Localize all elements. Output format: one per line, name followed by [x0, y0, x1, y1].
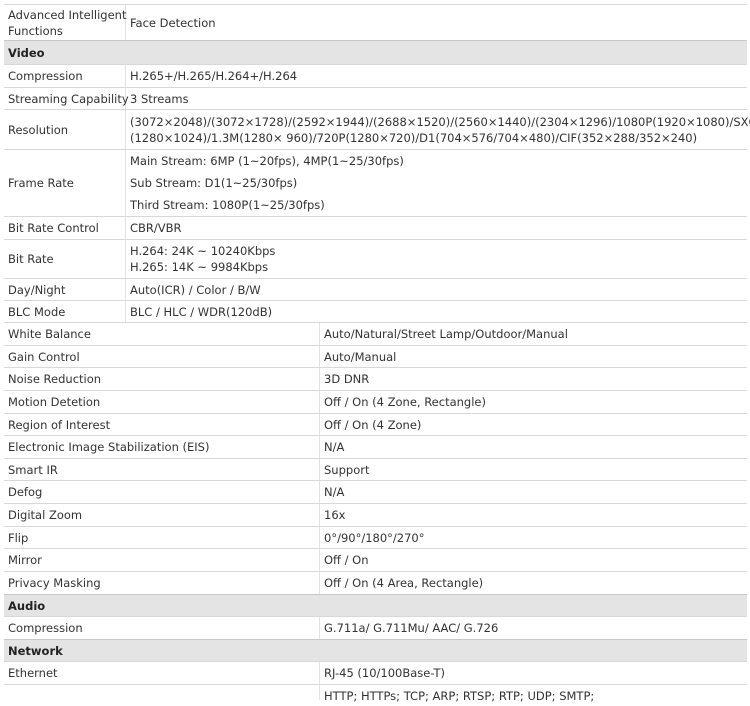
spec-key: Motion Detetion: [8, 395, 101, 409]
spec-row-day-night: Day/Night Auto(ICR) / Color / B/W: [4, 278, 747, 300]
spec-value: RJ-45 (10/100Base-T): [324, 666, 445, 680]
spec-key: Bit Rate: [8, 252, 54, 266]
spec-value: Off / On (4 Zone, Rectangle): [324, 395, 486, 409]
spec-row-eis: Electronic Image Stabilization (EIS) N/A: [4, 435, 747, 458]
spec-value: 3 Streams: [130, 91, 189, 106]
spec-value: Auto/Natural/Street Lamp/Outdoor/Manual: [324, 327, 568, 341]
spec-value: (3072×2048)/(3072×1728)/(2592×1944)/(268…: [130, 114, 750, 145]
spec-value: N/A: [324, 440, 345, 454]
spec-value: Off / On: [324, 553, 369, 567]
spec-value: 0°/90°/180°/270°: [324, 530, 425, 545]
spec-key: Smart IR: [8, 462, 58, 477]
spec-row-digital-zoom: Digital Zoom 16x: [4, 503, 747, 526]
spec-row-ethernet: Ethernet RJ-45 (10/100Base-T): [4, 661, 747, 684]
spec-key: Advanced Intelligent Functions: [8, 7, 127, 38]
spec-row-privacy-masking: Privacy Masking Off / On (4 Area, Rectan…: [4, 571, 747, 594]
spec-key: Resolution: [8, 122, 69, 137]
spec-row-blc-mode: BLC Mode BLC / HLC / WDR(120dB): [4, 300, 747, 322]
spec-row-compression: Compression H.265+/H.265/H.264+/H.264: [4, 64, 747, 87]
spec-row-advanced-intelligent-functions: Advanced Intelligent Functions Face Dete…: [4, 4, 747, 40]
section-header-network: Network: [4, 639, 747, 661]
spec-row-defog: Defog N/A: [4, 480, 747, 503]
section-header-audio: Audio: [4, 594, 747, 616]
spec-row-white-balance: White Balance Auto/Natural/Street Lamp/O…: [4, 322, 747, 345]
spec-row-streaming-capability: Streaming Capability 3 Streams: [4, 87, 747, 109]
spec-key: Defog: [8, 485, 43, 499]
spec-key: White Balance: [8, 327, 91, 341]
spec-key: Noise Reduction: [8, 372, 102, 386]
spec-key: Compression: [8, 621, 83, 635]
spec-row-region-of-interest: Region of Interest Off / On (4 Zone): [4, 413, 747, 435]
spec-key: Frame Rate: [8, 176, 74, 190]
spec-key: Streaming Capability: [8, 91, 129, 106]
spec-row-frame-rate: Frame Rate Main Stream: 6MP (1~20fps), 4…: [4, 149, 747, 216]
spec-key: BLC Mode: [8, 304, 66, 319]
spec-key: Compression: [8, 69, 83, 83]
spec-key: Day/Night: [8, 282, 66, 297]
spec-row-bit-rate-control: Bit Rate Control CBR/VBR: [4, 216, 747, 239]
spec-row-noise-reduction: Noise Reduction 3D DNR: [4, 367, 747, 390]
spec-key: Region of Interest: [8, 417, 111, 432]
spec-key: Privacy Masking: [8, 576, 101, 590]
spec-key: Digital Zoom: [8, 508, 83, 522]
spec-key: Ethernet: [8, 666, 58, 680]
section-title: Audio: [8, 598, 46, 613]
spec-key: Electronic Image Stabilization (EIS): [8, 440, 210, 454]
spec-row-gain-control: Gain Control Auto/Manual: [4, 345, 747, 367]
spec-value: H.264: 24K ~ 10240Kbps H.265: 14K ~ 9984…: [130, 244, 276, 274]
spec-value: G.711a/ G.711Mu/ AAC/ G.726: [324, 621, 499, 635]
spec-value: 16x: [324, 508, 346, 522]
spec-key: Mirror: [8, 553, 42, 567]
spec-key: Flip: [8, 530, 29, 545]
section-title: Network: [8, 643, 63, 658]
spec-row-motion-detection: Motion Detetion Off / On (4 Zone, Rectan…: [4, 390, 747, 413]
spec-value: Main Stream: 6MP (1~20fps), 4MP(1~25/30f…: [130, 154, 404, 212]
spec-row-protocols: HTTP; HTTPs; TCP; ARP; RTSP; RTP; UDP; S…: [4, 684, 747, 706]
spec-value: Off / On (4 Area, Rectangle): [324, 576, 484, 590]
spec-value: BLC / HLC / WDR(120dB): [130, 304, 273, 319]
spec-row-mirror: Mirror Off / On: [4, 548, 747, 571]
spec-value: H.265+/H.265/H.264+/H.264: [130, 69, 298, 83]
spec-value: Auto(ICR) / Color / B/W: [130, 282, 261, 297]
spec-value: 3D DNR: [324, 372, 370, 386]
spec-row-resolution: Resolution (3072×2048)/(3072×1728)/(2592…: [4, 109, 750, 149]
spec-value: HTTP; HTTPs; TCP; ARP; RTSP; RTP; UDP; S…: [324, 688, 595, 703]
spec-row-flip: Flip 0°/90°/180°/270°: [4, 526, 747, 548]
spec-row-smart-ir: Smart IR Support: [4, 458, 747, 480]
spec-key: Gain Control: [8, 349, 80, 364]
spec-value: Off / On (4 Zone): [324, 417, 422, 432]
spec-row-audio-compression: Compression G.711a/ G.711Mu/ AAC/ G.726: [4, 616, 747, 639]
spec-value: CBR/VBR: [130, 221, 182, 235]
spec-value: Support: [324, 462, 370, 477]
spec-value: Face Detection: [130, 15, 216, 30]
spec-value: N/A: [324, 485, 345, 499]
section-title: Video: [8, 45, 45, 60]
spec-value: Auto/Manual: [324, 349, 397, 364]
section-header-video: Video: [4, 40, 747, 64]
spec-row-bit-rate: Bit Rate H.264: 24K ~ 10240Kbps H.265: 1…: [4, 239, 747, 278]
spec-key: Bit Rate Control: [8, 221, 99, 235]
